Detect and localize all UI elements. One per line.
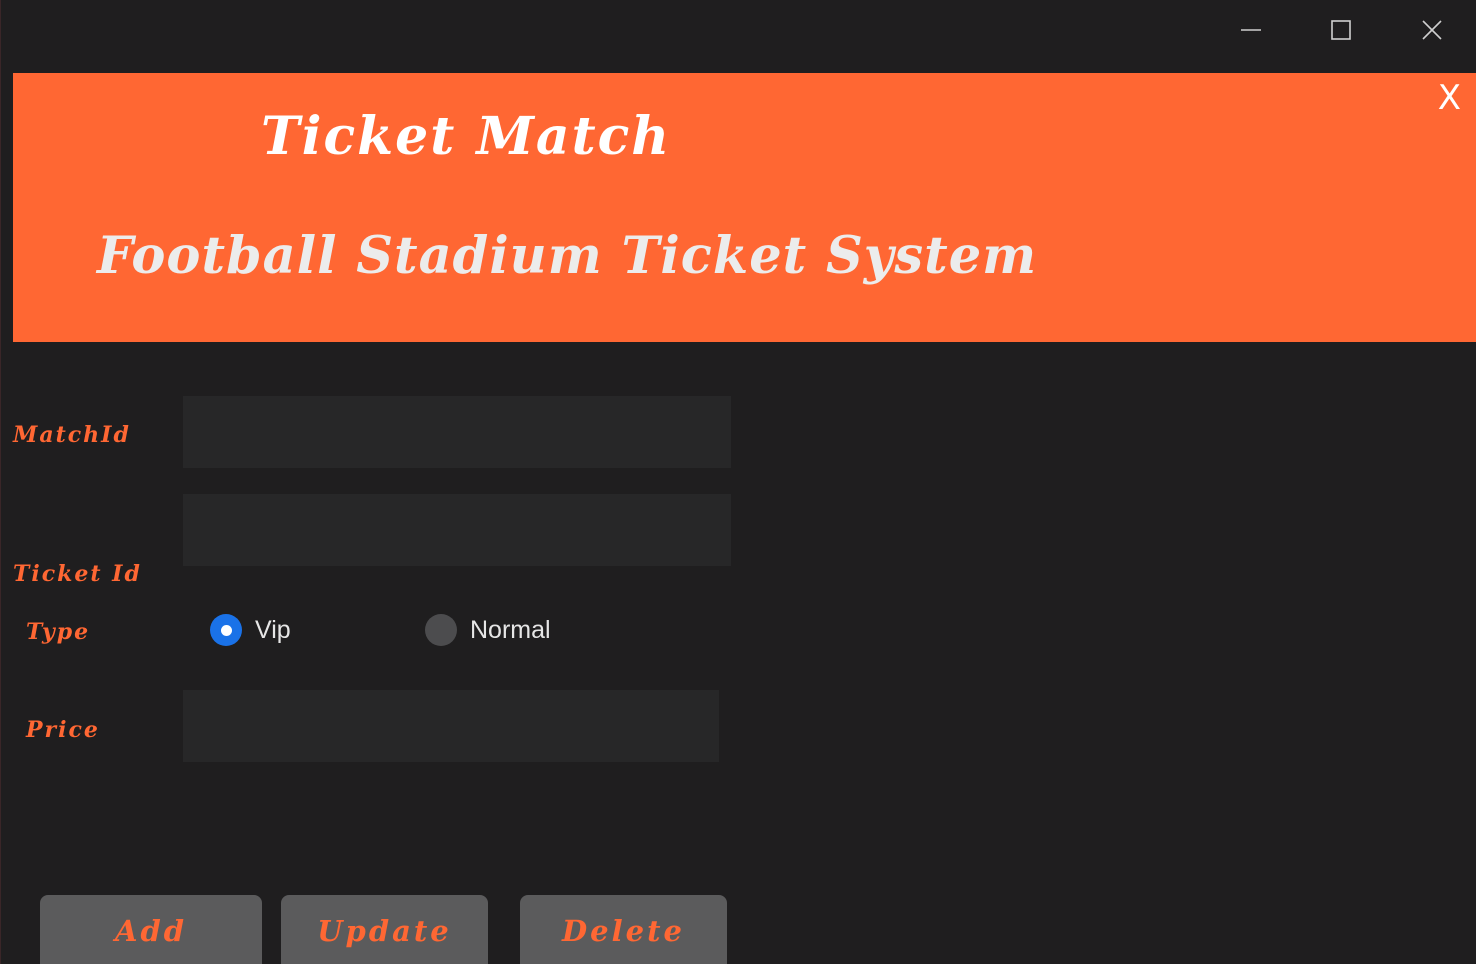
header-banner: Ticket Match Football Stadium Ticket Sys… <box>13 73 1476 342</box>
radio-selected-icon[interactable] <box>210 614 242 646</box>
ticket-id-input[interactable] <box>183 494 731 566</box>
header-close-button[interactable]: X <box>1438 81 1461 115</box>
price-input[interactable] <box>183 690 719 762</box>
type-radio-vip-label: Vip <box>255 615 291 644</box>
minimize-icon <box>1241 29 1261 31</box>
type-label: Type <box>26 619 91 645</box>
maximize-button[interactable] <box>1319 10 1363 50</box>
match-id-input[interactable] <box>183 396 731 468</box>
page-title: Ticket Match <box>261 106 672 167</box>
delete-button[interactable]: Delete <box>520 895 727 964</box>
type-radio-vip[interactable]: Vip <box>210 614 291 646</box>
maximize-icon <box>1331 20 1351 40</box>
page-subtitle: Football Stadium Ticket System <box>97 226 1038 286</box>
price-label: Price <box>26 717 100 743</box>
add-button[interactable]: Add <box>40 895 262 964</box>
match-id-label: MatchId <box>13 422 131 448</box>
type-radio-normal-label: Normal <box>470 615 551 644</box>
minimize-button[interactable] <box>1229 10 1273 50</box>
window-close-button[interactable] <box>1410 10 1454 50</box>
radio-unselected-icon[interactable] <box>425 614 457 646</box>
app-window: Ticket Match Football Stadium Ticket Sys… <box>0 0 1476 964</box>
type-radio-normal[interactable]: Normal <box>425 614 551 646</box>
update-button[interactable]: Update <box>281 895 488 964</box>
close-icon <box>1422 20 1442 40</box>
ticket-id-label: Ticket Id <box>13 561 142 587</box>
